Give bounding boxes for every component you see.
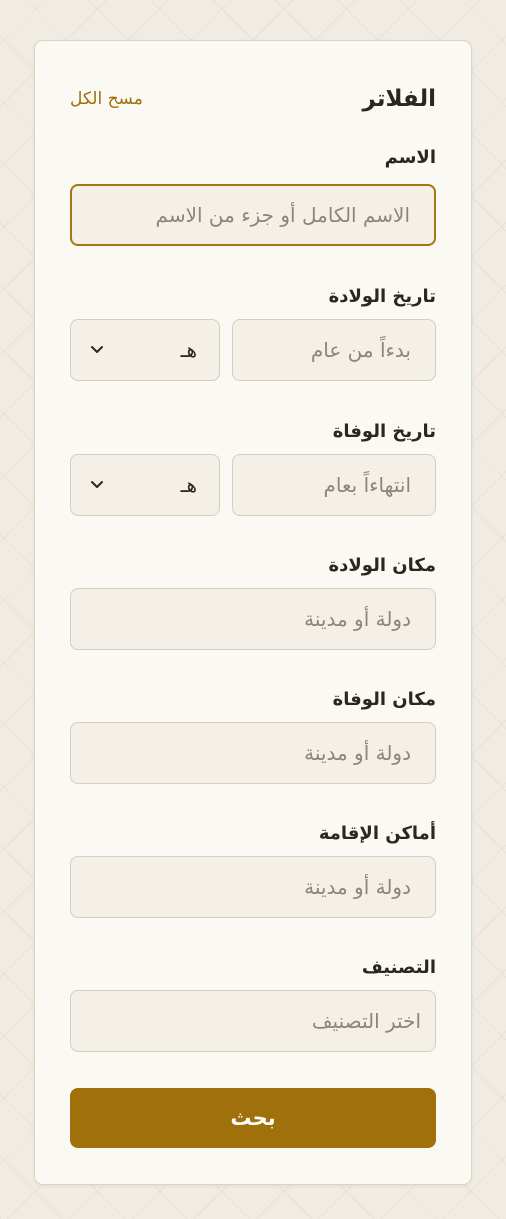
birth-year-placeholder: بدءاً من عام: [310, 338, 411, 362]
birth-calendar-select[interactable]: هـ: [70, 319, 220, 381]
birth-calendar-value: هـ: [180, 338, 197, 362]
birth-year-input[interactable]: بدءاً من عام: [232, 319, 436, 381]
death-date-label: تاريخ الوفاة: [332, 421, 436, 442]
name-input[interactable]: الاسم الكامل أو جزء من الاسم: [70, 184, 436, 246]
residences-label: أماكن الإقامة: [318, 823, 436, 844]
filters-title: الفلاتر: [362, 86, 436, 112]
death-calendar-select[interactable]: هـ: [70, 454, 220, 516]
category-placeholder: اختر التصنيف: [311, 1009, 421, 1033]
death-place-placeholder: دولة أو مدينة: [304, 741, 411, 765]
birth-place-input[interactable]: دولة أو مدينة: [70, 588, 436, 650]
residences-placeholder: دولة أو مدينة: [304, 875, 411, 899]
clear-all-link[interactable]: مسح الكل: [70, 89, 143, 109]
chevron-down-icon: [89, 477, 105, 493]
death-calendar-value: هـ: [180, 473, 197, 497]
name-label: الاسم: [384, 147, 436, 168]
death-year-placeholder: انتهاءاً بعام: [323, 473, 411, 497]
filters-header: الفلاتر مسح الكل: [70, 81, 436, 117]
birth-date-label: تاريخ الولادة: [328, 286, 436, 307]
search-button[interactable]: بحث: [70, 1088, 436, 1148]
death-year-input[interactable]: انتهاءاً بعام: [232, 454, 436, 516]
category-select[interactable]: اختر التصنيف: [70, 990, 436, 1052]
birth-place-placeholder: دولة أو مدينة: [304, 607, 411, 631]
filters-panel: الفلاتر مسح الكل الاسم الاسم الكامل أو ج…: [34, 40, 472, 1185]
category-label: التصنيف: [361, 957, 436, 978]
chevron-down-icon: [89, 342, 105, 358]
death-place-input[interactable]: دولة أو مدينة: [70, 722, 436, 784]
death-place-label: مكان الوفاة: [332, 689, 436, 710]
name-placeholder: الاسم الكامل أو جزء من الاسم: [155, 203, 410, 227]
birth-place-label: مكان الولادة: [328, 555, 436, 576]
residences-input[interactable]: دولة أو مدينة: [70, 856, 436, 918]
